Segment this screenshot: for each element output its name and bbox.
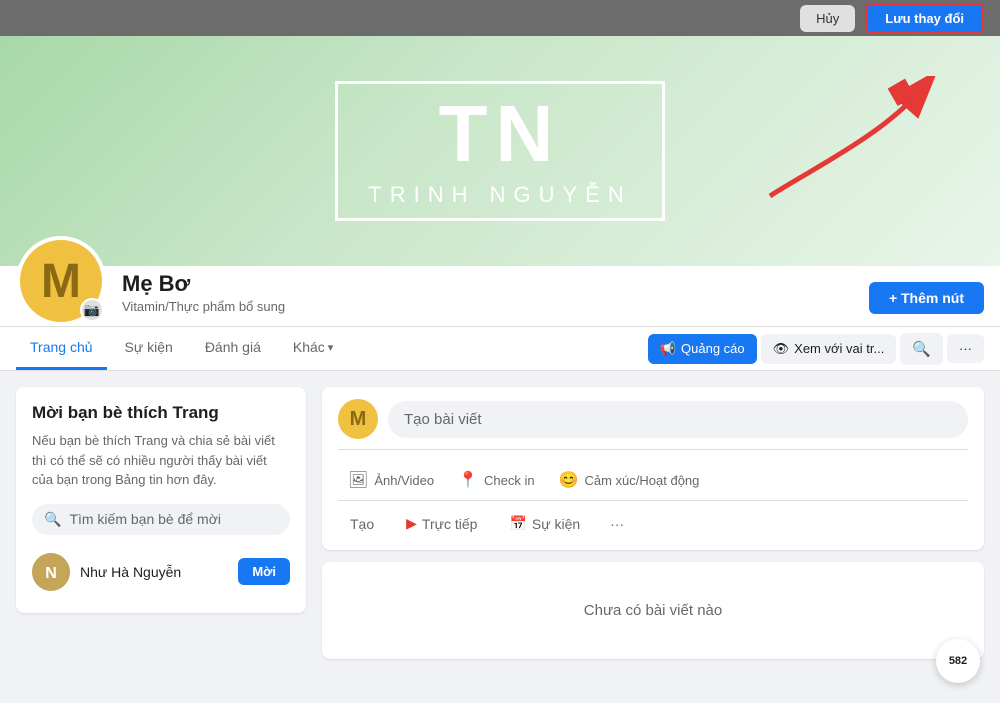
emotion-label: Cảm xúc/Hoạt động — [585, 473, 700, 488]
truc-tiep-button[interactable]: ▶ Trực tiếp — [394, 509, 489, 538]
profile-actions: + Thêm nút — [869, 282, 984, 326]
invite-desc: Nếu bạn bè thích Trang và chia sẻ bài vi… — [32, 431, 290, 490]
check-in-button[interactable]: 📍 Check in — [448, 464, 545, 496]
main-content: Mời bạn bè thích Trang Nếu bạn bè thích … — [0, 371, 1000, 675]
post-creation-box: M Tạo bài viết 🖼 Ảnh/Video 📍 Check in 😊 … — [322, 387, 984, 550]
empty-state-text: Chưa có bài viết nào — [584, 602, 722, 619]
post-avatar: M — [338, 399, 378, 439]
quang-cao-button[interactable]: 📢 Quảng cáo — [648, 334, 757, 364]
friend-avatar: N — [32, 553, 70, 591]
photo-icon: 🖼 — [348, 470, 368, 490]
xem-vai-tro-label: Xem với vai tr... — [794, 341, 884, 356]
more-button[interactable]: ··· — [947, 334, 984, 363]
cover-name: TRINH NGUYỄN — [368, 182, 631, 208]
invite-button[interactable]: Mời — [238, 558, 290, 585]
tao-button[interactable]: Tạo — [338, 510, 386, 538]
photo-video-button[interactable]: 🖼 Ảnh/Video — [338, 464, 444, 496]
profile-name: Mẹ Bơ — [122, 271, 853, 297]
nav-tabs: Trang chủ Sự kiện Đánh giá Khác ▾ 📢 Quản… — [0, 327, 1000, 371]
calendar-icon: 📅 — [509, 515, 526, 532]
avatar-wrapper: M 📷 — [16, 236, 106, 326]
invite-title: Mời bạn bè thích Trang — [32, 403, 290, 423]
invite-friends-card: Mời bạn bè thích Trang Nếu bạn bè thích … — [16, 387, 306, 613]
profile-section: M 📷 Mẹ Bơ Vitamin/Thực phẩm bổ sung + Th… — [0, 266, 1000, 327]
search-button[interactable]: 🔍 — [900, 333, 943, 365]
friend-name: Như Hà Nguyễn — [80, 564, 228, 580]
search-friend-box[interactable]: 🔍 Tìm kiếm bạn bè để mời — [32, 504, 290, 535]
red-arrow-annotation — [760, 76, 940, 206]
empty-state: Chưa có bài viết nào — [322, 562, 984, 659]
xem-vai-tro-button[interactable]: 👁 Xem với vai tr... — [761, 334, 897, 364]
cover-photo: TN TRINH NGUYỄN — [0, 36, 1000, 266]
truc-tiep-label: Trực tiếp — [422, 516, 478, 532]
location-icon: 📍 — [458, 470, 478, 490]
left-sidebar: Mời bạn bè thích Trang Nếu bạn bè thích … — [16, 387, 306, 659]
svg-text:N: N — [45, 565, 57, 582]
search-friend-icon: 🔍 — [44, 511, 61, 528]
post-more-button[interactable]: ··· — [600, 510, 634, 538]
megaphone-icon: 📢 — [660, 341, 676, 357]
su-kien-button[interactable]: 📅 Sự kiện — [497, 509, 592, 538]
bottom-badge[interactable]: 582 — [936, 639, 980, 683]
emotion-button[interactable]: 😊 Cảm xúc/Hoạt động — [549, 464, 710, 496]
profile-info: Mẹ Bơ Vitamin/Thực phẩm bổ sung — [122, 271, 853, 326]
post-actions-row2: Tạo ▶ Trực tiếp 📅 Sự kiện ··· — [338, 500, 968, 538]
tab-danh-gia[interactable]: Đánh giá — [191, 327, 275, 370]
eye-icon: 👁 — [773, 341, 790, 357]
add-button[interactable]: + Thêm nút — [869, 282, 984, 314]
quang-cao-label: Quảng cáo — [681, 341, 745, 356]
su-kien-label: Sự kiện — [532, 516, 580, 532]
create-post-button[interactable]: Tạo bài viết — [388, 401, 968, 438]
save-button[interactable]: Lưu thay đổi — [865, 3, 984, 34]
search-friend-placeholder: Tìm kiếm bạn bè để mời — [69, 511, 221, 527]
tab-khac[interactable]: Khác ▾ — [279, 327, 347, 370]
photo-video-label: Ảnh/Video — [374, 473, 434, 488]
right-content: M Tạo bài viết 🖼 Ảnh/Video 📍 Check in 😊 … — [322, 387, 984, 659]
chevron-down-icon: ▾ — [328, 341, 334, 354]
post-create-row: M Tạo bài viết — [338, 399, 968, 450]
emoji-icon: 😊 — [559, 470, 579, 490]
check-in-label: Check in — [484, 473, 535, 488]
top-bar: Hủy Lưu thay đổi — [0, 0, 1000, 36]
list-item: N Như Hà Nguyễn Mời — [32, 547, 290, 597]
post-actions-row: 🖼 Ảnh/Video 📍 Check in 😊 Cảm xúc/Hoạt độ… — [338, 460, 968, 496]
camera-icon[interactable]: 📷 — [80, 298, 104, 322]
live-icon: ▶ — [406, 515, 417, 532]
profile-subtitle: Vitamin/Thực phẩm bổ sung — [122, 299, 853, 314]
tab-khac-label: Khác — [293, 339, 325, 355]
cover-initials: TN — [368, 94, 631, 174]
cover-tn-box: TN TRINH NGUYỄN — [335, 81, 664, 221]
friend-avatar-img: N — [32, 553, 70, 591]
cancel-button[interactable]: Hủy — [800, 5, 855, 32]
tab-su-kien[interactable]: Sự kiện — [111, 327, 187, 370]
tab-trang-chu[interactable]: Trang chủ — [16, 327, 107, 370]
